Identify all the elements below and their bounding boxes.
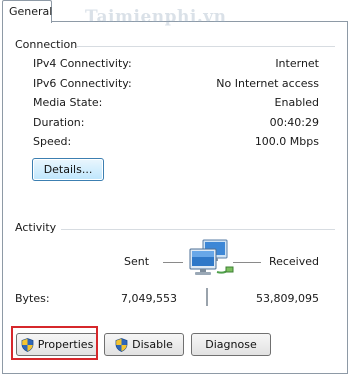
network-computers-icon	[184, 238, 236, 282]
connection-divider	[77, 46, 335, 47]
details-button-label: Details...	[43, 163, 93, 176]
diagnose-button-label: Diagnose	[205, 338, 257, 351]
duration-label: Duration:	[33, 116, 85, 129]
bytes-label: Bytes:	[15, 292, 50, 305]
sent-label: Sent	[124, 255, 150, 268]
disable-button[interactable]: Disable	[104, 333, 184, 356]
connection-section-title: Connection	[15, 38, 78, 51]
ipv4-connectivity-value: Internet	[275, 57, 319, 70]
activity-separator	[206, 288, 208, 306]
ipv6-connectivity-value: No Internet access	[216, 77, 319, 90]
media-state-label: Media State:	[33, 96, 103, 109]
watermark: Taimienphi.vn	[85, 4, 255, 33]
duration-value: 00:40:29	[269, 116, 319, 129]
received-label: Received	[268, 255, 319, 268]
bytes-sent-value: 7,049,553	[121, 292, 177, 305]
diagnose-button[interactable]: Diagnose	[191, 333, 271, 356]
speed-label: Speed:	[33, 135, 72, 148]
activity-section-title: Activity	[15, 221, 57, 234]
sent-line	[163, 262, 183, 263]
activity-divider	[61, 229, 335, 230]
properties-highlight-box	[11, 326, 98, 360]
media-state-value: Enabled	[274, 96, 319, 109]
received-line	[233, 262, 261, 263]
speed-value: 100.0 Mbps	[254, 135, 319, 148]
general-panel: Connection IPv4 Connectivity: Internet I…	[2, 21, 348, 374]
details-button[interactable]: Details...	[32, 158, 104, 181]
disable-button-label: Disable	[132, 338, 173, 351]
bytes-received-value: 53,809,095	[256, 292, 319, 305]
ipv6-connectivity-label: IPv6 Connectivity:	[33, 77, 132, 90]
watermark-logo: Taimienphi.vn	[85, 7, 226, 27]
svg-text:Taimienphi.vn: Taimienphi.vn	[85, 7, 226, 27]
tab-general-label: General	[9, 5, 53, 18]
shield-icon	[115, 337, 128, 352]
ipv4-connectivity-label: IPv4 Connectivity:	[33, 57, 132, 70]
tab-general[interactable]: General	[2, 0, 52, 23]
